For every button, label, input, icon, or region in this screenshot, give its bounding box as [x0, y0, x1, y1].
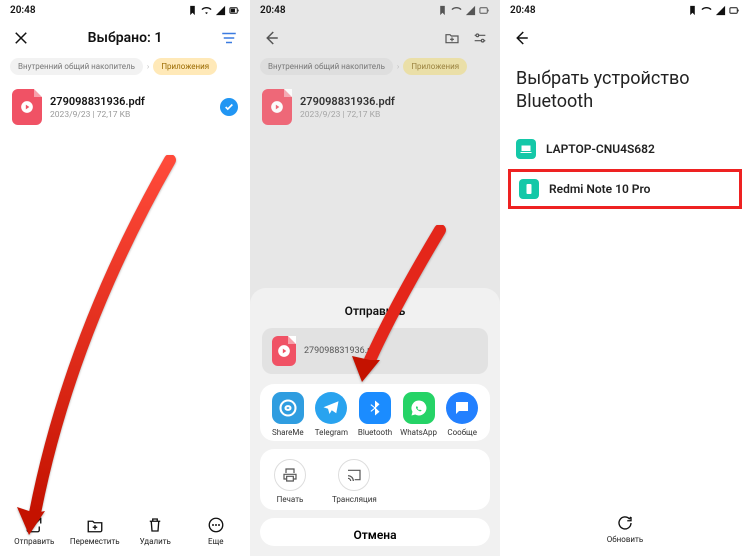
sort-icon[interactable]	[220, 29, 238, 47]
new-folder-icon[interactable]	[444, 30, 460, 46]
more-label: Еще	[208, 537, 223, 546]
clock: 20:48	[510, 5, 536, 16]
laptop-icon	[516, 139, 536, 159]
app-label: Bluetooth	[358, 428, 392, 437]
phone-icon	[519, 179, 539, 199]
close-icon[interactable]	[12, 29, 30, 47]
refresh-button[interactable]: Обновить	[607, 514, 643, 544]
pdf-icon	[262, 89, 292, 125]
status-bar: 20:48	[250, 0, 500, 20]
sheet-title: Отправить	[250, 298, 500, 328]
move-label: Переместить	[70, 537, 120, 546]
screen-bluetooth-select: 20:48 Выбрать устройство Bluetooth LAPTO…	[500, 0, 750, 556]
back-icon[interactable]	[262, 29, 280, 47]
cast-button[interactable]: Трансляция	[332, 459, 377, 504]
refresh-label: Обновить	[607, 535, 643, 544]
header: Выбрано: 1	[0, 20, 250, 56]
screen-share-sheet: 20:48 Внутренний общий накопитель › Прил…	[250, 0, 500, 556]
file-row: 279098831936.pdf 2023/9/23 | 72,17 KB	[250, 81, 500, 133]
app-whatsapp[interactable]: WhatsApp	[398, 392, 440, 437]
chevron-right-icon: ›	[397, 62, 399, 71]
file-name: 279098831936.pdf	[50, 95, 212, 108]
app-label: ShareMe	[272, 428, 304, 437]
status-bar: 20:48	[500, 0, 750, 20]
crumb-apps[interactable]: Приложения	[403, 58, 467, 75]
breadcrumb: Внутренний общий накопитель › Приложения	[250, 56, 500, 81]
file-meta: 2023/9/23 | 72,17 KB	[50, 110, 212, 120]
delete-button[interactable]: Удалить	[125, 516, 186, 546]
delete-label: Удалить	[140, 537, 171, 546]
app-telegram[interactable]: Telegram	[310, 392, 352, 437]
share-sheet: Отправить 279098831936.pdf ShareMe Teleg…	[250, 288, 500, 556]
screen-file-selected: 20:48 Выбрано: 1 Внутренний общий накопи…	[0, 0, 250, 556]
move-button[interactable]: Переместить	[65, 516, 126, 546]
cast-label: Трансляция	[332, 495, 377, 504]
send-label: Отправить	[14, 537, 54, 546]
more-button[interactable]: Еще	[186, 516, 247, 546]
breadcrumb: Внутренний общий накопитель › Приложения	[0, 56, 250, 81]
app-row: ShareMe Telegram Bluetooth WhatsApp Сооб…	[260, 384, 490, 441]
clock: 20:48	[260, 5, 286, 16]
file-name: 279098831936.pdf	[300, 95, 488, 108]
settings-icon[interactable]	[472, 30, 488, 46]
crumb-internal[interactable]: Внутренний общий накопитель	[10, 58, 143, 75]
device-name: LAPTOP-CNU4S682	[546, 142, 655, 156]
app-messages[interactable]: Сообще	[441, 392, 483, 437]
bottom-bar: Отправить Переместить Удалить Еще	[0, 510, 250, 556]
pdf-icon	[272, 336, 296, 366]
pdf-icon	[12, 89, 42, 125]
app-bluetooth[interactable]: Bluetooth	[354, 392, 396, 437]
page-title: Выбрать устройство Bluetooth	[500, 56, 750, 129]
app-label: WhatsApp	[400, 428, 437, 437]
device-name: Redmi Note 10 Pro	[549, 182, 650, 196]
crumb-internal[interactable]: Внутренний общий накопитель	[260, 58, 393, 75]
status-icons	[437, 5, 490, 16]
extra-row: Печать Трансляция	[260, 449, 490, 510]
print-label: Печать	[277, 495, 304, 504]
clock: 20:48	[10, 5, 36, 16]
sheet-file: 279098831936.pdf	[262, 328, 488, 374]
status-icons	[187, 5, 240, 16]
bt-device-redmi[interactable]: Redmi Note 10 Pro	[508, 169, 742, 209]
send-button[interactable]: Отправить	[4, 516, 65, 546]
status-bar: 20:48	[0, 0, 250, 20]
print-button[interactable]: Печать	[274, 459, 306, 504]
app-shareme[interactable]: ShareMe	[267, 392, 309, 437]
cancel-button[interactable]: Отмена	[260, 518, 490, 546]
file-meta: 2023/9/23 | 72,17 KB	[300, 110, 488, 120]
header	[500, 20, 750, 56]
crumb-apps[interactable]: Приложения	[153, 58, 217, 75]
page-title: Выбрано: 1	[88, 30, 163, 46]
app-label: Telegram	[315, 428, 348, 437]
back-icon[interactable]	[512, 29, 530, 47]
header	[250, 20, 500, 56]
file-row[interactable]: 279098831936.pdf 2023/9/23 | 72,17 KB	[0, 81, 250, 133]
bt-device-laptop[interactable]: LAPTOP-CNU4S682	[500, 129, 750, 169]
status-icons	[687, 5, 740, 16]
chevron-right-icon: ›	[147, 62, 149, 71]
app-label: Сообще	[447, 428, 477, 437]
checkbox-checked[interactable]	[220, 98, 238, 116]
sheet-file-name: 279098831936.pdf	[304, 346, 380, 356]
